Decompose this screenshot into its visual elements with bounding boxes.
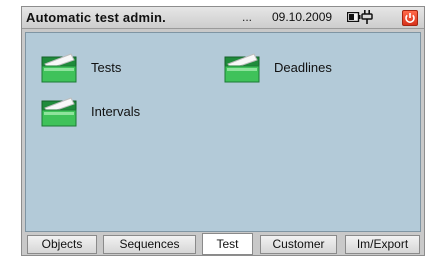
date-display: 09.10.2009 — [272, 10, 333, 24]
tab-customer[interactable]: Customer — [260, 235, 337, 254]
battery-icon — [347, 12, 361, 22]
title-ellipsis: ... — [242, 10, 253, 24]
power-off-button[interactable] — [402, 10, 418, 26]
item-label: Tests — [91, 59, 122, 75]
power-off-icon — [405, 13, 415, 23]
item-tests[interactable]: Tests — [41, 51, 121, 83]
device-window: Automatic test admin. ... 09.10.2009 Tes… — [21, 6, 425, 256]
tab-bar: Objects Sequences Test Customer Im/Expor… — [25, 233, 423, 256]
item-label: Intervals — [91, 103, 141, 119]
tab-test[interactable]: Test — [202, 233, 253, 255]
item-intervals[interactable]: Intervals — [41, 95, 140, 127]
power-plug-icon — [361, 10, 373, 24]
folder-icon — [224, 53, 260, 83]
main-content-area: Tests Deadlines Intervals — [25, 32, 421, 232]
folder-icon — [41, 97, 77, 127]
app-title: Automatic test admin. — [26, 10, 166, 25]
tab-sequences[interactable]: Sequences — [103, 235, 196, 254]
folder-icon — [41, 53, 77, 83]
tab-objects[interactable]: Objects — [27, 235, 97, 254]
tab-im-export[interactable]: Im/Export — [345, 235, 420, 254]
item-deadlines[interactable]: Deadlines — [224, 51, 332, 83]
item-label: Deadlines — [274, 59, 332, 75]
title-bar: Automatic test admin. ... 09.10.2009 — [22, 7, 424, 29]
